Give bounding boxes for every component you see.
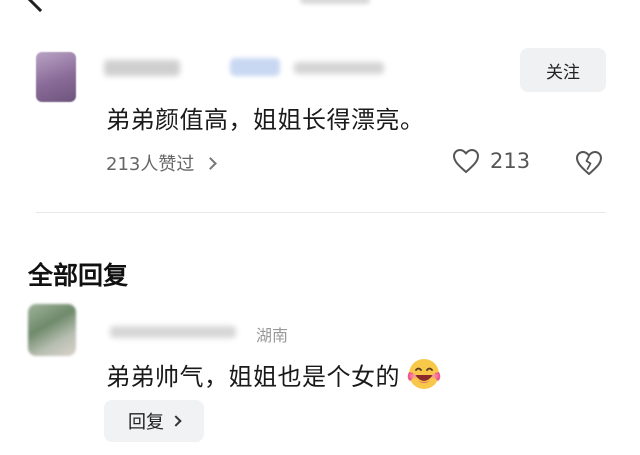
laughing-tears-emoji-icon	[407, 359, 441, 389]
back-chevron-icon[interactable]	[25, 0, 55, 13]
divider	[36, 212, 606, 213]
reply-button[interactable]: 回复	[104, 400, 204, 442]
username-blurred	[104, 60, 180, 76]
section-title: 全部回复	[28, 261, 129, 290]
reply-location: 湖南	[256, 326, 289, 345]
comment-meta-blurred	[294, 62, 384, 74]
reply-text-row: 弟弟帅气，姐姐也是个女的	[106, 354, 444, 394]
follow-button[interactable]: 关注	[520, 48, 606, 92]
reply-button-label: 回复	[128, 412, 164, 433]
top-bar	[0, 0, 640, 13]
user-badge-blurred	[230, 58, 280, 76]
reply-avatar[interactable]	[28, 304, 76, 356]
chevron-right-icon	[170, 415, 182, 427]
chevron-right-icon	[204, 156, 218, 170]
like-button[interactable]: 213	[452, 148, 530, 174]
avatar[interactable]	[36, 52, 76, 102]
likers-label: 213人赞过	[106, 154, 195, 175]
broken-heart-icon	[576, 151, 602, 175]
like-count: 213	[490, 149, 531, 173]
heart-outline-icon	[453, 149, 479, 173]
dislike-button[interactable]	[574, 150, 604, 176]
likers-link[interactable]: 213人赞过	[106, 150, 218, 176]
comment-text: 弟弟颜值高，姐姐长得漂亮。	[106, 106, 425, 134]
reply-username-blurred	[110, 326, 236, 338]
page-title-blurred	[300, 0, 370, 4]
reply-text: 弟弟帅气，姐姐也是个女的	[106, 362, 400, 391]
